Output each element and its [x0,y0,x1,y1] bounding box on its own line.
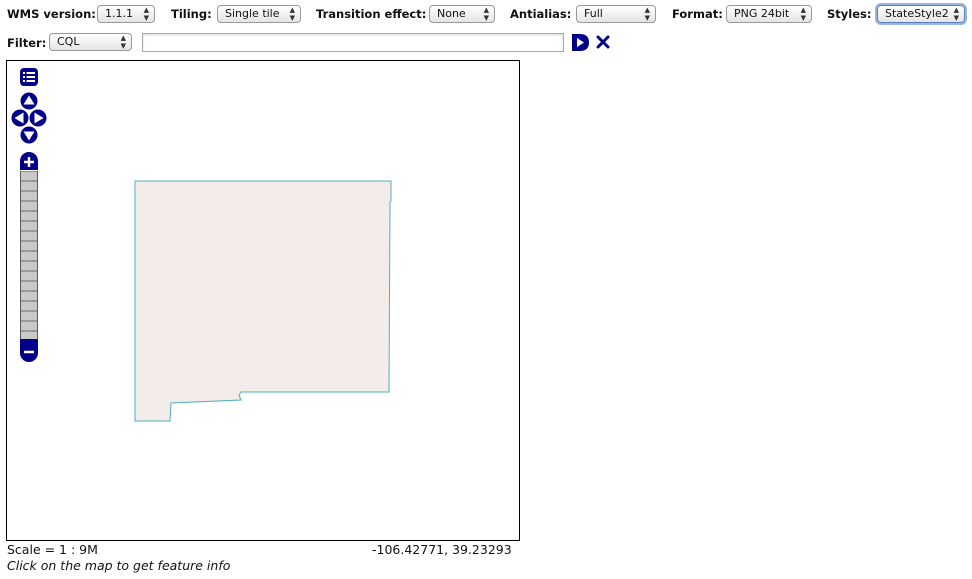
filter-label: Filter: [7,36,47,50]
select-arrows-icon: ▲ ▼ [953,6,959,22]
wms-version-value: 1.1.1 [105,7,133,20]
scale-readout: Scale = 1 : 9M [7,542,98,557]
styles-label: Styles: [827,7,872,21]
filter-input[interactable] [142,33,564,52]
select-arrows-icon: ▲ ▼ [483,6,489,22]
select-arrows-icon: ▲ ▼ [289,6,295,22]
antialias-value: Full [584,7,603,20]
filter-type-select[interactable]: CQL ▲ ▼ [49,33,132,51]
format-value: PNG 24bit [734,7,790,20]
wms-version-select[interactable]: 1.1.1 ▲ ▼ [97,5,155,23]
plus-icon[interactable] [19,151,39,171]
pan-arrows-icon[interactable] [11,92,49,144]
mouse-coordinates: -106.42771, 39.23293 [372,542,512,557]
select-arrows-icon: ▲ ▼ [143,6,149,22]
tiling-label: Tiling: [171,7,212,21]
map-viewport[interactable] [6,60,520,541]
tiling-select[interactable]: Single tile ▲ ▼ [217,5,301,23]
select-arrows-icon: ▲ ▼ [800,6,806,22]
transition-effect-value: None [437,7,466,20]
transition-effect-select[interactable]: None ▲ ▼ [429,5,495,23]
minus-icon[interactable] [19,343,39,363]
styles-select[interactable]: StateStyle2 ▲ ▼ [877,5,965,23]
antialias-select[interactable]: Full ▲ ▼ [576,5,656,23]
transition-effect-label: Transition effect: [316,7,427,21]
antialias-label: Antialias: [510,7,572,21]
styles-value: StateStyle2 [885,7,949,20]
state-feature [134,180,392,422]
select-arrows-icon: ▲ ▼ [644,6,650,22]
feature-info-hint: Click on the map to get feature info [7,558,231,573]
tiling-value: Single tile [225,7,280,20]
format-label: Format: [672,7,723,21]
layer-list-icon[interactable] [19,67,39,87]
play-icon[interactable] [570,33,590,52]
close-icon[interactable] [596,35,610,49]
select-arrows-icon: ▲ ▼ [120,34,126,50]
toolbar: WMS version: 1.1.1 ▲ ▼ Tiling: Single til… [0,0,972,60]
map-canvas[interactable] [7,61,520,541]
filter-type-value: CQL [57,35,80,48]
wms-version-label: WMS version: [7,7,96,21]
format-select[interactable]: PNG 24bit ▲ ▼ [726,5,812,23]
zoom-slider[interactable] [20,171,38,341]
